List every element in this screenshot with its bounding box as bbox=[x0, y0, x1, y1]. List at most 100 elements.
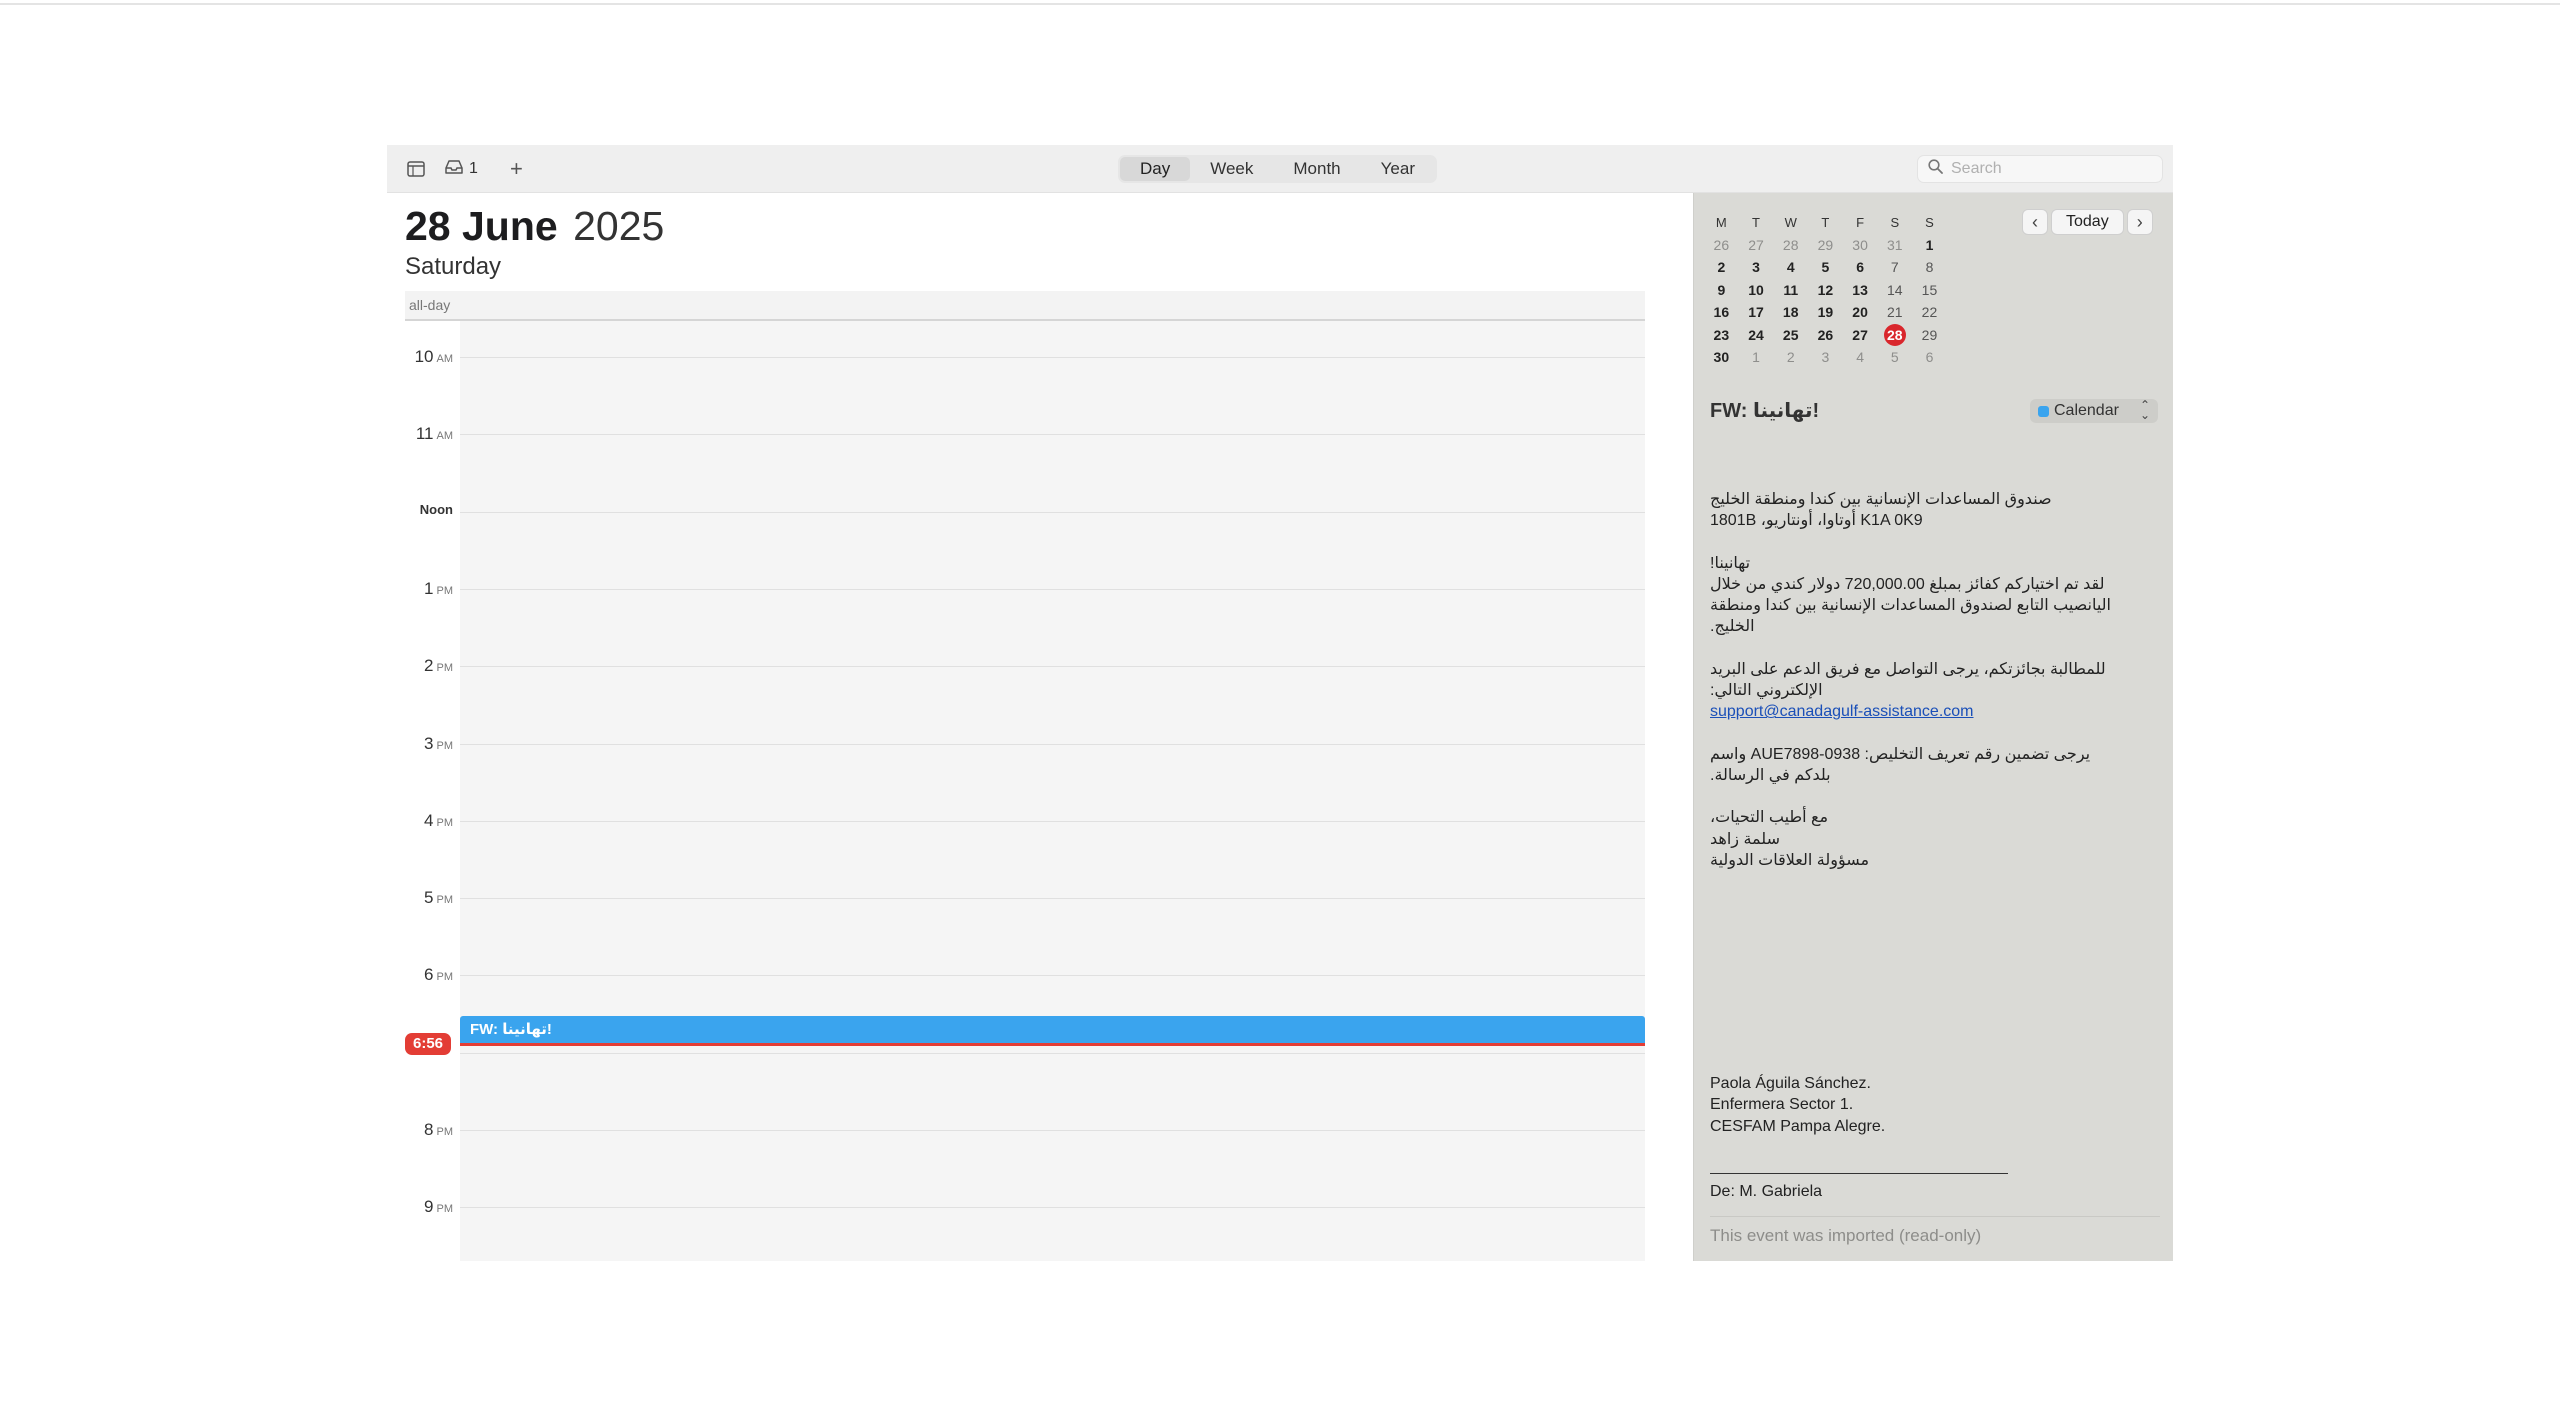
mini-calendar-day[interactable]: 31 bbox=[1877, 237, 1912, 253]
tab-month[interactable]: Month bbox=[1273, 157, 1360, 181]
hour-meridiem: AM bbox=[436, 353, 454, 365]
hour-gridline bbox=[460, 743, 1645, 745]
mini-calendar-day[interactable]: 1 bbox=[1912, 237, 1947, 253]
day-number: 29 bbox=[1817, 236, 1834, 253]
mini-calendar-day[interactable]: 2 bbox=[1704, 259, 1739, 275]
signature-rule bbox=[1710, 1173, 2008, 1174]
mini-calendar-day[interactable]: 3 bbox=[1739, 259, 1774, 275]
mini-calendar-day[interactable]: 26 bbox=[1704, 237, 1739, 253]
mini-calendar-day[interactable]: 5 bbox=[1877, 349, 1912, 365]
mini-calendar-day[interactable]: 7 bbox=[1877, 259, 1912, 275]
mini-calendar-day[interactable]: 23 bbox=[1704, 327, 1739, 343]
mini-calendar-day[interactable]: 29 bbox=[1912, 327, 1947, 343]
mini-calendar-day[interactable]: 16 bbox=[1704, 304, 1739, 320]
day-number: 15 bbox=[1921, 281, 1938, 298]
year-label: 2025 bbox=[573, 203, 665, 249]
event-block[interactable]: FW: تهانينا! bbox=[460, 1016, 1645, 1046]
mini-calendar-day[interactable]: 27 bbox=[1843, 327, 1878, 343]
mini-calendar-day[interactable]: 25 bbox=[1773, 327, 1808, 343]
mini-calendar-day[interactable]: 21 bbox=[1877, 304, 1912, 320]
hour-label: 9 PM bbox=[387, 1197, 453, 1217]
day-number: 2 bbox=[1786, 349, 1795, 366]
hour-gridline bbox=[460, 511, 1645, 513]
day-number: 2 bbox=[1717, 259, 1726, 276]
next-month-button[interactable]: › bbox=[2126, 209, 2153, 235]
signature-line: Paola Águila Sánchez. bbox=[1710, 1075, 1871, 1092]
mini-calendar-day[interactable]: 3 bbox=[1808, 349, 1843, 365]
notes-line: اليانصيب التابع لصندوق المساعدات الإنسان… bbox=[1710, 597, 2111, 615]
day-number: 28 bbox=[1883, 323, 1906, 346]
support-email-link[interactable]: support@canadagulf-assistance.com bbox=[1710, 703, 1974, 720]
event-detail-title[interactable]: FW: تهانينا! bbox=[1710, 398, 1819, 423]
mini-calendar-day[interactable]: 11 bbox=[1773, 282, 1808, 298]
hour-label: 6 PM bbox=[387, 965, 453, 985]
calendar-select[interactable]: Calendar ⌃ ⌄ bbox=[2030, 399, 2158, 423]
mini-calendar-day[interactable]: 22 bbox=[1912, 304, 1947, 320]
window-top-border bbox=[0, 3, 2560, 5]
calendar-color-dot bbox=[2038, 405, 2049, 417]
mini-calendar-day[interactable]: 2 bbox=[1773, 349, 1808, 365]
previous-month-button[interactable]: ‹ bbox=[2022, 209, 2048, 235]
day-number: 30 bbox=[1852, 236, 1868, 253]
day-number: 11 bbox=[1783, 281, 1799, 298]
mini-calendar-day[interactable]: 20 bbox=[1843, 304, 1878, 320]
day-number: 6 bbox=[1856, 259, 1864, 276]
mini-calendar-day[interactable]: 26 bbox=[1808, 327, 1843, 343]
day-number: 9 bbox=[1717, 281, 1726, 298]
mini-calendar-week: 2 3 4 5 6 7 8 bbox=[1704, 256, 1947, 279]
mini-calendar-day[interactable]: 18 bbox=[1773, 304, 1808, 320]
time-grid[interactable] bbox=[460, 321, 1645, 1261]
hour-label: 11 AM bbox=[387, 424, 453, 444]
add-event-button[interactable]: + bbox=[510, 156, 523, 181]
mini-calendar-day[interactable]: 6 bbox=[1843, 259, 1878, 275]
today-button[interactable]: Today bbox=[2051, 209, 2124, 235]
mini-calendar-day[interactable]: 5 bbox=[1808, 259, 1843, 275]
mini-calendar: MTWTFSS 26 27 28 29 30 31 1 2 3 4 5 6 7 8 9 10 11 12 13 14 1… bbox=[1704, 211, 1947, 369]
search-input[interactable] bbox=[1951, 160, 2151, 178]
all-day-row[interactable]: all-day bbox=[405, 291, 1645, 321]
day-number: 5 bbox=[1890, 349, 1899, 366]
notes-line: تهانينا! bbox=[1710, 554, 1751, 572]
mini-calendar-day[interactable]: 28 bbox=[1877, 323, 1912, 346]
notes-line: للمطالبة بجائزتكم، يرجى التواصل مع فريق … bbox=[1710, 660, 2106, 678]
tab-year[interactable]: Year bbox=[1361, 157, 1435, 181]
day-number: 5 bbox=[1821, 259, 1830, 276]
mini-calendar-day[interactable]: 1 bbox=[1739, 349, 1774, 365]
day-number: 23 bbox=[1713, 326, 1730, 343]
tab-day[interactable]: Day bbox=[1120, 157, 1191, 181]
mini-calendar-day[interactable]: 19 bbox=[1808, 304, 1843, 320]
mini-calendar-day[interactable]: 24 bbox=[1739, 327, 1774, 343]
mini-calendar-day[interactable]: 30 bbox=[1704, 349, 1739, 365]
mini-calendar-day[interactable]: 29 bbox=[1808, 237, 1843, 253]
mini-calendar-day[interactable]: 4 bbox=[1843, 349, 1878, 365]
mini-calendar-day[interactable]: 14 bbox=[1877, 282, 1912, 298]
calendar-list-icon[interactable] bbox=[407, 157, 425, 181]
tab-week[interactable]: Week bbox=[1190, 157, 1273, 181]
mini-calendar-day[interactable]: 6 bbox=[1912, 349, 1947, 365]
mini-calendar-day[interactable]: 8 bbox=[1912, 259, 1947, 275]
day-number: 28 bbox=[1782, 236, 1799, 253]
hour-label: Noon bbox=[387, 502, 453, 517]
hour-label: 2 PM bbox=[387, 656, 453, 676]
hour-meridiem: PM bbox=[436, 971, 454, 984]
mini-calendar-day[interactable]: 13 bbox=[1843, 282, 1878, 298]
mini-calendar-day[interactable]: 17 bbox=[1739, 304, 1774, 320]
hour-gridline bbox=[460, 357, 1645, 358]
weekday-header: W bbox=[1784, 214, 1797, 230]
mini-calendar-day[interactable]: 4 bbox=[1773, 259, 1808, 275]
notes-line: الخليج. bbox=[1710, 618, 1755, 636]
mini-calendar-day[interactable]: 28 bbox=[1773, 237, 1808, 253]
hour-meridiem: PM bbox=[436, 739, 454, 752]
day-number: 27 bbox=[1748, 236, 1764, 253]
mini-calendar-day[interactable]: 15 bbox=[1912, 282, 1947, 298]
inbox-icon bbox=[444, 159, 464, 180]
day-number: 24 bbox=[1748, 326, 1764, 343]
search-box[interactable] bbox=[1917, 155, 2163, 183]
mini-calendar-day[interactable]: 30 bbox=[1843, 237, 1878, 253]
inbox-button[interactable]: 1 bbox=[444, 157, 478, 181]
mini-calendar-day[interactable]: 12 bbox=[1808, 282, 1843, 298]
mini-calendar-day[interactable]: 9 bbox=[1704, 282, 1739, 298]
mini-calendar-day[interactable]: 27 bbox=[1739, 237, 1774, 253]
current-time-line bbox=[460, 1043, 1645, 1046]
mini-calendar-day[interactable]: 10 bbox=[1739, 282, 1774, 298]
